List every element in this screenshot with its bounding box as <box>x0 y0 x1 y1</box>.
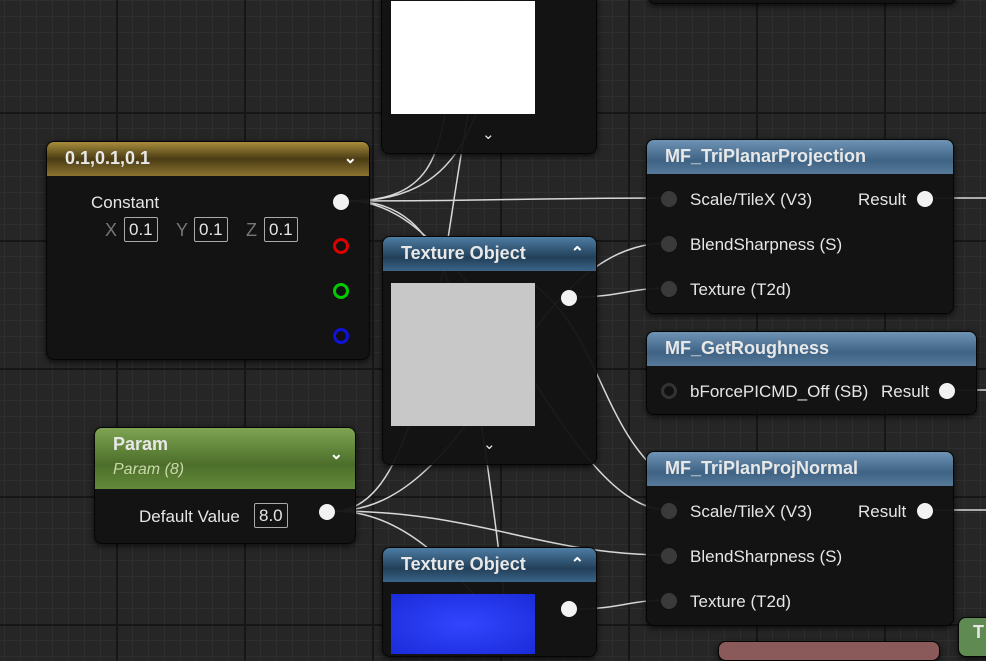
result-output-pin[interactable] <box>917 191 933 207</box>
constant-vector-node[interactable]: 0.1,0.1,0.1 ⌄ Constant X 0.1 Y 0.1 Z 0.1 <box>46 141 370 360</box>
output-label: Result <box>858 190 907 209</box>
result-output-pin[interactable] <box>939 383 955 399</box>
input-pin[interactable] <box>661 548 677 564</box>
input-label: Texture (T2d) <box>690 280 792 299</box>
z-label: Z <box>246 220 257 240</box>
node-title: MF_TriPlanProjNormal <box>665 458 859 478</box>
input-label: Texture (T2d) <box>690 592 792 611</box>
input-label: bForcePICMD_Off (SB) <box>690 382 869 401</box>
node-title: MF_TriPlanarProjection <box>665 146 867 166</box>
y-label: Y <box>176 220 189 240</box>
input-label: Scale/TileX (V3) <box>690 502 813 521</box>
z-input[interactable]: 0.1 <box>264 217 298 242</box>
input-label: BlendSharpness (S) <box>690 235 843 254</box>
texture-preview <box>391 1 535 114</box>
mf-triplanar-projection-node[interactable]: MF_TriPlanarProjection Scale/TileX (V3) … <box>646 139 954 314</box>
chevron-down-icon[interactable]: ⌄ <box>483 435 496 453</box>
input-pin[interactable] <box>661 191 677 207</box>
input-pin[interactable] <box>661 236 677 252</box>
g-output-pin[interactable] <box>333 283 349 299</box>
b-output-pin[interactable] <box>333 328 349 344</box>
y-input[interactable]: 0.1 <box>194 217 228 242</box>
chevron-up-icon[interactable]: ⌃ <box>571 243 584 263</box>
x-input[interactable]: 0.1 <box>124 217 158 242</box>
node-title: MF_GetRoughness <box>665 338 830 358</box>
input-pin[interactable] <box>661 281 677 297</box>
partial-node-top[interactable] <box>648 0 956 4</box>
chevron-down-icon[interactable]: ⌄ <box>344 148 357 168</box>
node-title: Texture Object <box>401 243 526 263</box>
texture-object-node-1[interactable]: Texture Object ⌃ ⌄ <box>382 236 597 465</box>
input-pin[interactable] <box>661 383 677 399</box>
input-label: BlendSharpness (S) <box>690 547 843 566</box>
output-pin[interactable] <box>319 504 335 520</box>
mf-triplan-proj-normal-node[interactable]: MF_TriPlanProjNormal Scale/TileX (V3) Bl… <box>646 451 954 626</box>
node-subtitle: Param (8) <box>113 461 185 478</box>
node-title: 0.1,0.1,0.1 <box>65 148 151 168</box>
default-value-label: Default Value <box>139 507 240 526</box>
input-pin[interactable] <box>661 503 677 519</box>
node-title: Param <box>113 434 169 454</box>
node-title: Texture Object <box>401 554 526 574</box>
mf-get-roughness-node[interactable]: MF_GetRoughness bForcePICMD_Off (SB) Res… <box>646 331 977 415</box>
input-label: Scale/TileX (V3) <box>690 190 813 209</box>
chevron-down-icon[interactable]: ⌄ <box>482 125 495 143</box>
scalar-param-node[interactable]: Param ⌄ Param (8) Default Value 8.0 <box>94 427 356 544</box>
chevron-up-icon[interactable]: ⌃ <box>571 554 584 574</box>
texture-preview <box>391 283 535 426</box>
result-output-pin[interactable] <box>917 503 933 519</box>
texture-object-node-2[interactable]: Texture Object ⌃ <box>382 547 597 657</box>
default-value-input[interactable]: 8.0 <box>254 503 288 528</box>
constant-label: Constant <box>91 193 160 212</box>
node-title: T <box>973 622 984 642</box>
texture-sample-node[interactable]: ⌄ <box>381 0 597 154</box>
output-label: Result <box>881 382 930 401</box>
x-label: X <box>105 220 118 240</box>
r-output-pin[interactable] <box>333 238 349 254</box>
partial-node-green[interactable]: T <box>958 617 986 657</box>
output-label: Result <box>858 502 907 521</box>
partial-node-bottom[interactable] <box>718 641 940 661</box>
input-pin[interactable] <box>661 593 677 609</box>
output-pin[interactable] <box>561 290 577 306</box>
texture-preview <box>391 594 535 654</box>
rgb-output-pin[interactable] <box>333 194 349 210</box>
output-pin[interactable] <box>561 601 577 617</box>
chevron-down-icon[interactable]: ⌄ <box>330 444 343 464</box>
